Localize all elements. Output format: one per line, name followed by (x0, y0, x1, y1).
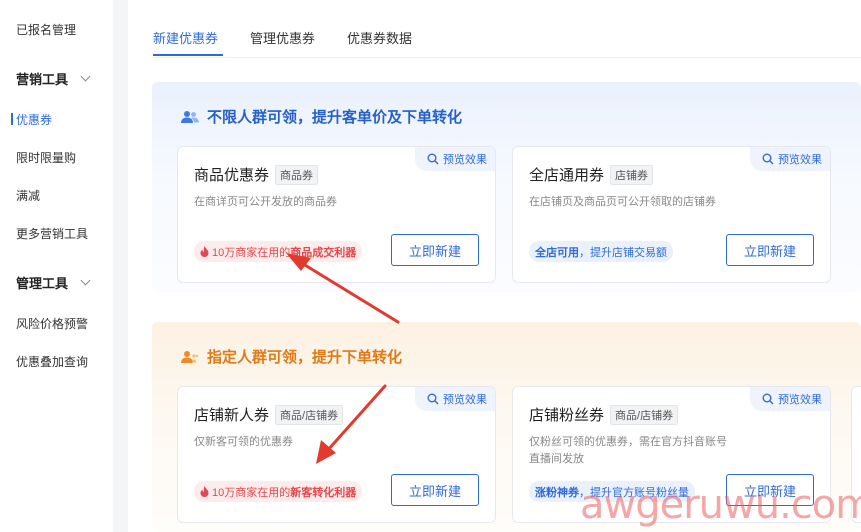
badge-text: 10万商家在用的 (212, 486, 291, 499)
user-group-icon (181, 350, 199, 363)
tab-create-coupon[interactable]: 新建优惠券 (153, 28, 218, 47)
card-title-text: 店铺粉丝券 (529, 407, 605, 424)
badge-highlight: 全店可用 (535, 246, 579, 259)
flame-icon (200, 246, 209, 257)
card-title-text: 商品优惠券 (194, 167, 270, 184)
sidebar-group-marketing-tools[interactable]: 营销工具 (16, 69, 91, 88)
badge-highlight: 商品成交利器 (290, 246, 357, 259)
flame-icon (200, 486, 209, 497)
section-title-text: 不限人群可领，提升客单价及下单转化 (207, 109, 463, 126)
card-description: 仅粉丝可领的优惠券，需在官方抖音账号直播间发放 (529, 436, 727, 465)
preview-button[interactable]: 预览效果 (750, 147, 830, 171)
coupon-card-product: 商品优惠券 商品券 预览效果 在商详页可公开发放的商品券 10万商家在用的 商品成… (177, 146, 496, 283)
coupon-type-tag: 商品/店铺券 (275, 404, 344, 425)
coupon-type-tag: 商品券 (275, 164, 319, 185)
watermark: awgeruwu.com (580, 482, 861, 528)
preview-label: 预览效果 (778, 154, 822, 166)
section-any-audience: 不限人群可领，提升客单价及下单转化 商品优惠券 商品券 预览效果 在商详页可公开… (152, 82, 861, 292)
sidebar-item-more-tools[interactable]: 更多营销工具 (16, 225, 88, 242)
divider (153, 57, 861, 58)
sidebar-item-discount[interactable]: 满减 (16, 187, 40, 204)
section-title: 指定人群可领，提升下单转化 (181, 346, 402, 367)
sidebar-item-price-alert[interactable]: 风险价格预警 (16, 315, 88, 332)
users-icon (181, 110, 199, 123)
sidebar-item-flash-sale[interactable]: 限时限量购 (16, 149, 76, 166)
preview-button[interactable]: 预览效果 (750, 387, 830, 411)
tab-manage-coupons[interactable]: 管理优惠券 (250, 28, 315, 47)
preview-button[interactable]: 预览效果 (415, 387, 495, 411)
create-now-button[interactable]: 立即新建 (726, 234, 814, 266)
search-icon (762, 153, 774, 165)
coupon-card-new-customer: 店铺新人券 商品/店铺券 预览效果 仅新客可领的优惠券 10万商家在用的 新客转化… (177, 386, 496, 523)
badge-highlight: 新客转化利器 (290, 486, 357, 499)
chevron-down-icon (80, 275, 91, 286)
badge-highlight: 涨粉神券 (535, 486, 579, 499)
chevron-down-icon (80, 71, 91, 82)
preview-button[interactable]: 预览效果 (415, 147, 495, 171)
create-now-button[interactable]: 立即新建 (391, 474, 479, 506)
section-title: 不限人群可领，提升客单价及下单转化 (181, 106, 462, 127)
active-indicator (11, 113, 13, 125)
sidebar-item-registered[interactable]: 已报名管理 (16, 21, 76, 38)
card-description: 在店铺页及商品页可公开领取的店铺券 (529, 196, 716, 208)
create-now-button[interactable]: 立即新建 (391, 234, 479, 266)
section-title-text: 指定人群可领，提升下单转化 (207, 349, 403, 366)
card-title: 店铺新人券 商品/店铺券 (194, 404, 344, 425)
sidebar-item-stack-query[interactable]: 优惠叠加查询 (16, 353, 88, 370)
card-title: 全店通用券 店铺券 (529, 164, 654, 185)
card-title-text: 店铺新人券 (194, 407, 270, 424)
coupon-type-tag: 店铺券 (610, 164, 654, 185)
badge-text: 10万商家在用的 (212, 246, 291, 259)
preview-label: 预览效果 (443, 394, 487, 406)
sidebar-group-label: 营销工具 (16, 72, 69, 87)
badge-text: ，提升店铺交易额 (579, 246, 667, 259)
tab-coupon-data[interactable]: 优惠券数据 (347, 28, 412, 47)
preview-label: 预览效果 (778, 394, 822, 406)
card-description: 仅新客可领的优惠券 (194, 436, 293, 448)
preview-label: 预览效果 (443, 154, 487, 166)
coupon-type-tag: 商品/店铺券 (610, 404, 679, 425)
card-description: 在商详页可公开发放的商品券 (194, 196, 337, 208)
card-title: 店铺粉丝券 商品/店铺券 (529, 404, 679, 425)
main-panel: 新建优惠券 管理优惠券 优惠券数据 不限人群可领，提升客单价及下单转化 商品优惠… (128, 0, 861, 532)
card-title-text: 全店通用券 (529, 167, 605, 184)
sidebar-group-management-tools[interactable]: 管理工具 (16, 273, 91, 292)
search-icon (427, 393, 439, 405)
search-icon (427, 153, 439, 165)
sidebar-item-coupons[interactable]: 优惠券 (16, 111, 52, 128)
sidebar-group-label: 管理工具 (16, 276, 69, 291)
promo-badge: 10万商家在用的 新客转化利器 (194, 481, 363, 502)
card-title: 商品优惠券 商品券 (194, 164, 319, 185)
tab-active-underline (153, 54, 223, 56)
promo-badge: 10万商家在用的 商品成交利器 (194, 241, 363, 262)
search-icon (762, 393, 774, 405)
sidebar: 已报名管理 营销工具 优惠券 限时限量购 满减 更多营销工具 管理工具 风险价格… (0, 0, 113, 532)
coupon-card-store-wide: 全店通用券 店铺券 预览效果 在店铺页及商品页可公开领取的店铺券 全店可用 ，提升… (512, 146, 831, 283)
promo-badge: 全店可用 ，提升店铺交易额 (529, 241, 673, 262)
tab-bar: 新建优惠券 管理优惠券 优惠券数据 (153, 28, 444, 47)
